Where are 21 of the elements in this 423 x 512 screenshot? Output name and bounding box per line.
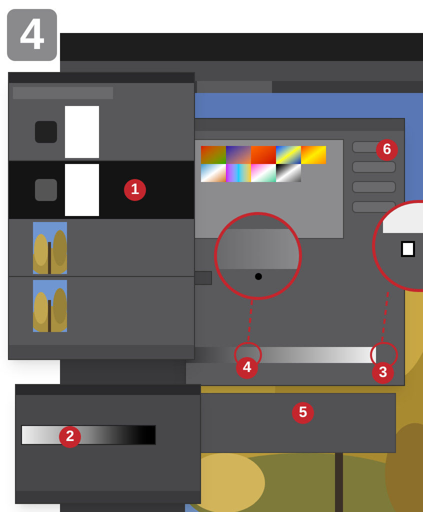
gradient-bar[interactable]: [186, 347, 376, 363]
gradient-swatch[interactable]: [226, 164, 251, 182]
gradient-preview[interactable]: [21, 425, 156, 445]
gradient-swatch[interactable]: [201, 164, 226, 182]
gradient-swatch[interactable]: [226, 146, 251, 164]
layer-mask-thumbnail: [65, 164, 99, 216]
load-button[interactable]: [352, 181, 396, 193]
gradient-swatch[interactable]: [276, 164, 301, 182]
save-button[interactable]: [352, 201, 396, 213]
gradient-swatch[interactable]: [251, 146, 276, 164]
layer-row[interactable]: [9, 103, 194, 161]
cancel-button[interactable]: [352, 161, 396, 173]
gradient-swatch[interactable]: [251, 164, 276, 182]
gradient-swatch[interactable]: [301, 146, 326, 164]
leader-line: [378, 292, 390, 342]
gradient-swatch[interactable]: [276, 146, 301, 164]
step-badge: 4: [5, 7, 59, 63]
layer-row[interactable]: [9, 161, 194, 219]
gradient-swatch[interactable]: [201, 146, 226, 164]
name-field[interactable]: [194, 271, 212, 285]
layer-mask-thumbnail: [65, 106, 99, 158]
